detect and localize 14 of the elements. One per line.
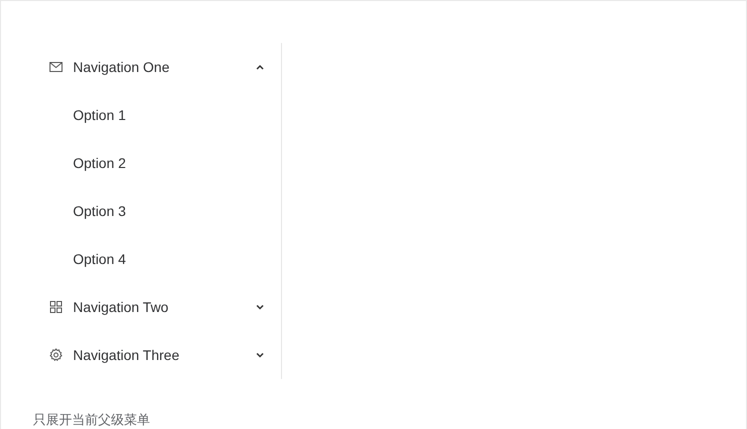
submenu-title[interactable]: Navigation Three xyxy=(41,331,281,379)
submenu-title[interactable]: Navigation Two xyxy=(41,283,281,331)
chevron-up-icon xyxy=(256,64,264,70)
menu-item[interactable]: Option 2 xyxy=(41,139,281,187)
chevron-down-icon xyxy=(256,352,264,358)
grid-icon xyxy=(49,300,63,314)
menu-item[interactable]: Option 4 xyxy=(41,235,281,283)
submenu-title[interactable]: Navigation One xyxy=(41,43,281,91)
caption-text: 只展开当前父级菜单 xyxy=(33,411,151,429)
chevron-down-icon xyxy=(256,304,264,310)
mail-icon xyxy=(49,60,63,74)
menu-item[interactable]: Option 3 xyxy=(41,187,281,235)
menu-item[interactable]: Option 1 xyxy=(41,91,281,139)
settings-icon xyxy=(49,348,63,362)
